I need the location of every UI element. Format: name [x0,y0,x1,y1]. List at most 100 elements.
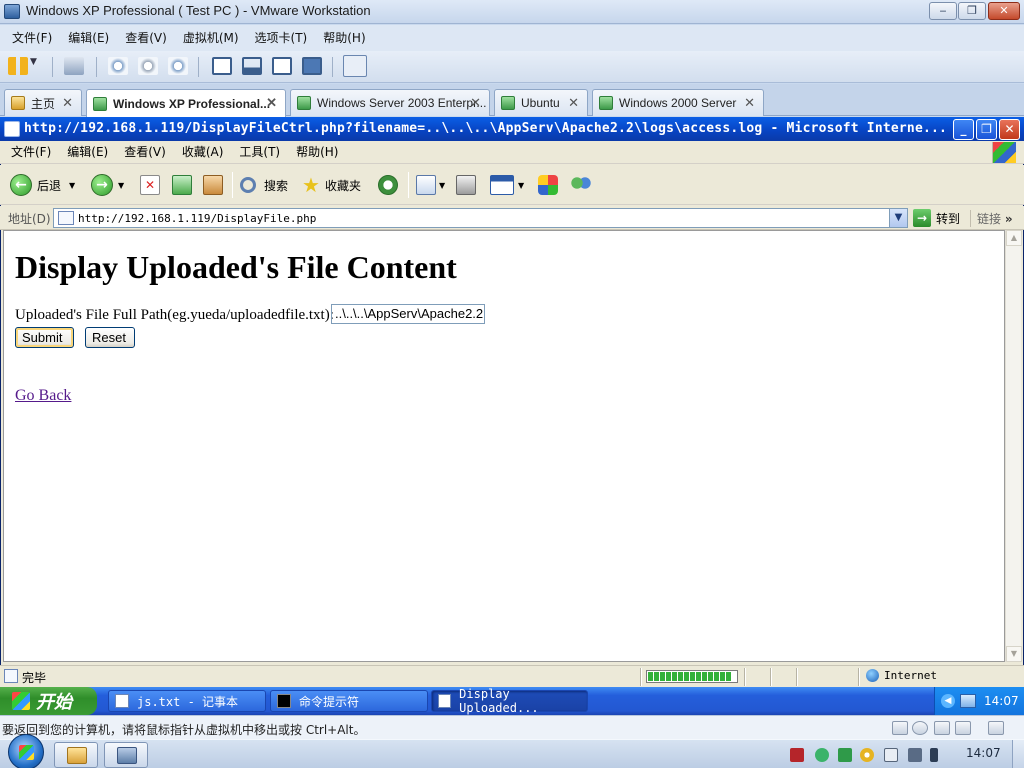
ie-menu-tools[interactable]: 工具(T) [239,141,280,163]
taskbar-notepad[interactable]: js.txt - 记事本 [108,690,266,712]
xp-start-button[interactable]: 开始 [0,687,97,715]
stop-button[interactable]: ✕ [140,173,160,197]
edit-button[interactable]: ▼ [490,173,524,197]
hard-disk-icon[interactable] [892,721,908,735]
pause-icon[interactable] [8,57,28,75]
network-adapter-icon[interactable] [934,721,950,735]
vmware-close-button[interactable]: ✕ [988,2,1020,20]
network-icon[interactable] [908,748,922,762]
close-icon[interactable]: ✕ [568,95,579,111]
snapshot-manager-icon[interactable] [168,57,188,75]
close-icon[interactable]: ✕ [470,95,481,111]
network-icon[interactable] [960,694,976,708]
fullscreen-icon[interactable] [272,57,292,75]
refresh-button[interactable] [172,173,192,197]
vmware-minimize-button[interactable]: ‒ [929,2,957,20]
mail-button[interactable]: ▼ [416,173,445,197]
show-desktop-button[interactable] [1012,740,1024,768]
usb-icon[interactable] [955,721,971,735]
go-back-link[interactable]: Go Back [15,387,71,405]
tray-app-icon[interactable] [860,748,874,762]
forward-button[interactable]: → ▼ [91,173,124,197]
reset-button[interactable]: Reset [85,327,135,348]
ie-menu-file[interactable]: 文件(F) [11,141,51,163]
view-toggle-icon[interactable] [343,55,367,77]
snapshot-icon[interactable] [108,57,128,75]
search-button[interactable]: 搜索 [240,173,288,197]
status-divider [796,668,798,686]
win7-start-button[interactable] [8,734,44,768]
chevron-down-icon[interactable]: ▼ [69,181,75,190]
links-button[interactable]: 链接 » [970,210,1013,227]
tab-label: Windows Server 2003 Enterpr... [317,96,487,110]
chevron-down-icon[interactable]: ▼ [439,181,445,190]
print-button[interactable] [456,173,476,197]
favorites-button[interactable]: ★ 收藏夹 [302,173,361,197]
ie-maximize-button[interactable]: ❐ [976,119,997,140]
vmware-menu-help[interactable]: 帮助(H) [323,25,365,51]
vmware-icon [117,747,137,764]
ie-minimize-button[interactable]: _ [953,119,974,140]
scroll-up-icon[interactable]: ▲ [1006,230,1022,246]
tray-app-icon[interactable] [815,748,829,762]
search-label: 搜索 [264,178,289,193]
taskbar-explorer[interactable] [54,742,98,768]
cd-rom-icon[interactable] [912,721,928,735]
ie-close-button[interactable]: ✕ [999,119,1020,140]
console-view-icon[interactable] [242,57,262,75]
close-icon[interactable]: ✕ [744,95,755,111]
taskbar-command-prompt[interactable]: 命令提示符 [270,690,428,712]
back-button[interactable]: ← 后退 ▼ [10,173,75,197]
chevron-down-icon[interactable]: ▼ [118,181,124,190]
tray-app-icon[interactable] [790,748,804,762]
unity-icon[interactable] [302,57,322,75]
sidebar-view-icon[interactable] [212,57,232,75]
scroll-down-icon[interactable]: ▼ [1006,646,1022,662]
vmware-maximize-button[interactable]: ❐ [958,2,986,20]
taskbar-ie[interactable]: Display Uploaded... [431,687,588,715]
network-icon[interactable] [64,57,84,75]
vertical-scrollbar[interactable]: ▲ ▼ [1005,230,1022,662]
tab-home[interactable]: 主页 ✕ [4,89,82,116]
vmware-menu-view[interactable]: 查看(V) [125,25,167,51]
taskbar-vmware[interactable] [104,742,148,768]
go-button[interactable]: → 转到 [913,208,960,228]
vmware-menu-tabs[interactable]: 选项卡(T) [255,25,308,51]
chevron-down-icon[interactable]: ▼ [889,209,907,227]
address-input[interactable]: http://192.168.1.119/DisplayFile.php ▼ [53,208,908,228]
close-icon[interactable]: ✕ [62,95,73,111]
ie-menu-favorites[interactable]: 收藏(A) [182,141,224,163]
messenger-button[interactable] [538,173,558,197]
chevron-left-icon[interactable]: ◀ [941,694,955,708]
clipboard-icon[interactable] [884,748,898,762]
notepad-icon [115,694,129,708]
contacts-button[interactable] [571,173,591,197]
tab-ubuntu[interactable]: Ubuntu ✕ [494,89,588,116]
tab-windows-server-2003[interactable]: Windows Server 2003 Enterpr... ✕ [290,89,490,116]
task-label: Display Uploaded... [459,687,539,715]
vmware-menu-vm[interactable]: 虚拟机(M) [183,25,239,51]
page-heading: Display Uploaded's File Content [15,249,457,285]
revert-snapshot-icon[interactable] [138,57,158,75]
tab-windows-xp[interactable]: Windows XP Professional... ✕ [86,89,286,117]
ie-menu-edit[interactable]: 编辑(E) [67,141,108,163]
shield-icon[interactable] [838,748,852,762]
history-button[interactable] [378,173,398,197]
ie-menu-view[interactable]: 查看(V) [124,141,166,163]
home-button[interactable] [203,173,223,197]
address-url[interactable]: http://192.168.1.119/DisplayFile.php [78,212,316,225]
chevron-down-icon[interactable]: ▼ [30,57,42,75]
tab-windows-2000-server[interactable]: Windows 2000 Server ✕ [592,89,764,116]
chevron-down-icon[interactable]: ▼ [518,181,524,190]
xp-clock[interactable]: 14:07 [984,694,1019,708]
vmware-menu-file[interactable]: 文件(F) [12,25,52,51]
submit-button[interactable]: Submit [15,327,74,348]
volume-icon[interactable] [930,748,938,762]
message-log-icon[interactable] [988,721,1004,735]
win7-clock[interactable]: 14:07 [966,746,1001,760]
toolbar-separator [232,172,233,198]
file-path-input[interactable]: ..\..\..\AppServ\Apache2.2 [331,304,485,324]
vmware-menu-edit[interactable]: 编辑(E) [68,25,109,51]
ie-menu-help[interactable]: 帮助(H) [296,141,338,163]
close-icon[interactable]: ✕ [266,95,277,111]
